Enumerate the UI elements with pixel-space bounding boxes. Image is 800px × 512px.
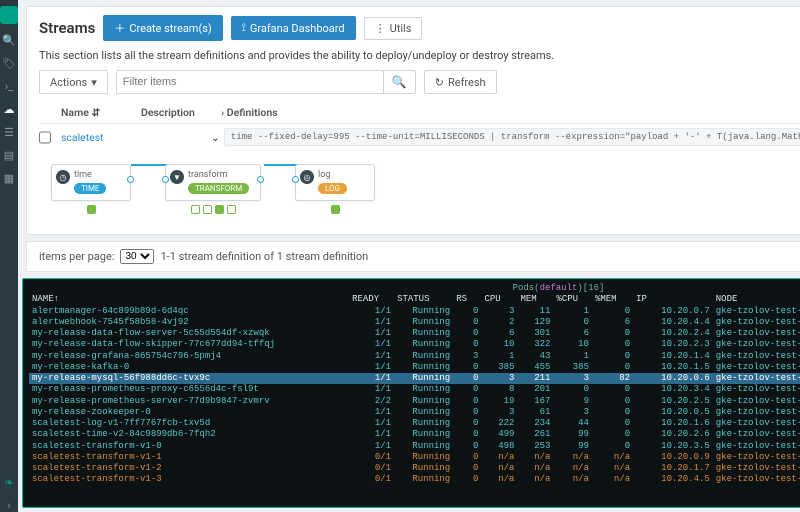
- page-size-select[interactable]: 30: [120, 249, 154, 264]
- nav-about-icon[interactable]: ❧: [4, 476, 13, 489]
- actions-dropdown[interactable]: Actions ▾: [39, 70, 108, 94]
- nav-tools-icon[interactable]: ▦: [4, 172, 14, 185]
- sidebar-nav: 🔍 🏷 ›_ ☁ ☰ ▤ ▦ ❧ ›: [0, 0, 18, 512]
- clock-icon: ◷: [56, 170, 70, 184]
- node-transform[interactable]: ▼ transform TRANSFORM: [165, 164, 261, 214]
- chevron-down-icon[interactable]: ⌄: [211, 131, 220, 144]
- col-name[interactable]: Name ⇵: [61, 106, 131, 119]
- logo-icon: [0, 6, 18, 24]
- utils-button[interactable]: ⋮ Utils: [364, 17, 423, 40]
- node-time[interactable]: ◷ time TIME: [51, 164, 131, 214]
- filter-input[interactable]: [117, 71, 383, 93]
- nav-audit-icon[interactable]: ▤: [4, 149, 14, 162]
- refresh-button[interactable]: ↻ Refresh: [424, 70, 497, 94]
- terminal[interactable]: Pods(default)[16] NAME↑READYSTATUSRSCPUM…: [22, 278, 800, 508]
- nav-streams-icon[interactable]: ☁: [4, 103, 15, 116]
- filter-icon: ▼: [170, 170, 184, 184]
- table-row: scaletest ⌄ time --fixed-delay=995 --tim…: [39, 124, 800, 150]
- streams-panel: Streams ＋ Create stream(s) ⟟ Grafana Das…: [26, 6, 800, 235]
- nav-expand-icon[interactable]: ›: [7, 499, 10, 512]
- page-title: Streams: [39, 19, 95, 37]
- col-defs: › Definitions: [221, 106, 800, 119]
- flow-diagram: ◷ time TIME ▼ transform TRANSFORM: [39, 150, 800, 224]
- create-stream-button[interactable]: ＋ Create stream(s): [103, 15, 222, 41]
- target-icon: ◎: [300, 170, 314, 184]
- nav-search-icon[interactable]: 🔍: [2, 34, 16, 47]
- definition-text: time --fixed-delay=995 --time-unit=MILLI…: [224, 128, 800, 146]
- nav-shell-icon[interactable]: ›_: [5, 80, 13, 93]
- stream-name-link[interactable]: scaletest: [61, 131, 131, 144]
- nav-tasks-icon[interactable]: 🏷: [2, 57, 16, 70]
- col-desc: Description: [141, 106, 211, 119]
- search-icon[interactable]: 🔍: [383, 71, 415, 93]
- row-checkbox[interactable]: [39, 131, 51, 144]
- pods-table: NAME↑READYSTATUSRSCPUMEM%CPU%MEMIPNODEQO…: [29, 294, 800, 485]
- intro-text: This section lists all the stream defini…: [39, 49, 800, 62]
- nav-jobs-icon[interactable]: ☰: [4, 126, 14, 139]
- filter-box: 🔍: [116, 70, 416, 94]
- pager: items per page: 30 1-1 stream definition…: [26, 241, 800, 272]
- table-header: Name ⇵ Description › Definitions Status …: [39, 102, 800, 124]
- node-log[interactable]: ◎ log LOG: [295, 164, 375, 214]
- grafana-button[interactable]: ⟟ Grafana Dashboard: [231, 16, 356, 40]
